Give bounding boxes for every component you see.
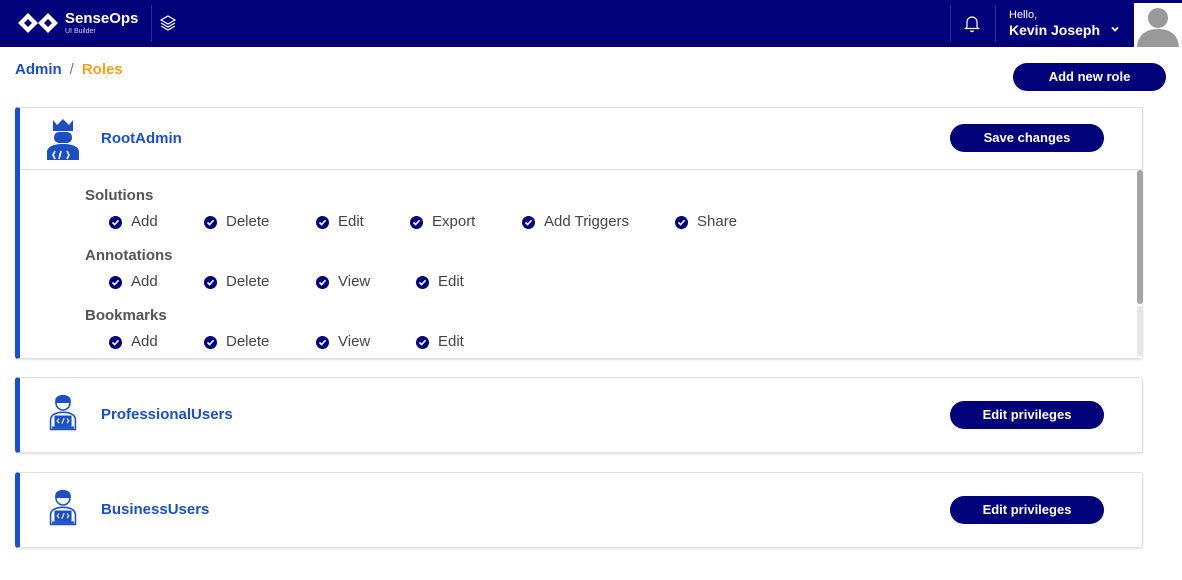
app-name: SenseOps <box>65 10 139 27</box>
check-circle-icon <box>522 216 535 229</box>
divider <box>151 5 152 42</box>
check-circle-icon <box>416 336 429 349</box>
group-title-bookmarks: Bookmarks <box>85 307 167 324</box>
group-title-annotations: Annotations <box>85 247 173 264</box>
role-card-professionalusers: ProfessionalUsers Edit privileges <box>15 377 1143 453</box>
permission-checkbox[interactable]: Add <box>109 273 169 291</box>
divider <box>950 5 951 42</box>
permission-label: Delete <box>226 213 270 230</box>
permission-checkbox[interactable]: Edit <box>416 333 476 351</box>
check-circle-icon <box>204 216 217 229</box>
top-navigation-bar: SenseOps UI Builder Hello, Kevin Joseph <box>0 0 1182 47</box>
check-circle-icon <box>410 216 423 229</box>
permission-checkbox[interactable]: Share <box>675 213 745 231</box>
role-card-businessusers: BusinessUsers Edit privileges <box>15 472 1143 548</box>
breadcrumb-admin[interactable]: Admin <box>15 61 62 78</box>
permission-label: Export <box>432 213 476 230</box>
scrollbar-thumb[interactable] <box>1137 170 1143 304</box>
permission-checkbox[interactable]: View <box>316 333 376 351</box>
check-circle-icon <box>675 216 688 229</box>
permission-checkbox[interactable]: Edit <box>316 213 376 231</box>
check-circle-icon <box>109 216 122 229</box>
permission-checkbox[interactable]: Delete <box>204 213 284 231</box>
check-circle-icon <box>316 216 329 229</box>
avatar[interactable] <box>1134 3 1182 47</box>
edit-privileges-button[interactable]: Edit privileges <box>950 496 1104 524</box>
permission-checkbox[interactable]: View <box>316 273 376 291</box>
permission-checkbox[interactable]: Add Triggers <box>522 213 642 231</box>
edit-privileges-button[interactable]: Edit privileges <box>950 401 1104 429</box>
notification-bell-icon[interactable] <box>963 14 981 33</box>
layers-icon[interactable] <box>158 13 178 33</box>
permission-checkbox[interactable]: Add <box>109 333 169 351</box>
developer-user-icon <box>49 394 77 431</box>
permission-label: Delete <box>226 333 270 350</box>
permission-checkbox[interactable]: Export <box>410 213 490 231</box>
divider <box>995 5 996 42</box>
permission-label: Add <box>131 273 158 290</box>
save-changes-button[interactable]: Save changes <box>950 124 1104 152</box>
permission-label: Add <box>131 333 158 350</box>
breadcrumb-separator: / <box>69 61 74 78</box>
check-circle-icon <box>316 276 329 289</box>
permission-label: Add Triggers <box>544 213 630 230</box>
permissions-panel: Solutions Add Delete Edit Export Add Tri… <box>20 170 1142 358</box>
permission-label: Delete <box>226 273 270 290</box>
permission-label: View <box>338 333 371 350</box>
check-circle-icon <box>109 276 122 289</box>
check-circle-icon <box>204 336 217 349</box>
permission-checkbox[interactable]: Delete <box>204 273 284 291</box>
breadcrumb: Admin / Roles <box>15 61 123 79</box>
app-subtitle: UI Builder <box>65 28 96 35</box>
greeting-text: Hello, <box>1009 9 1038 21</box>
group-title-solutions: Solutions <box>85 187 154 204</box>
role-card-header[interactable]: BusinessUsers Edit privileges <box>20 473 1142 534</box>
permission-checkbox[interactable]: Delete <box>204 333 284 351</box>
permission-checkbox[interactable]: Edit <box>416 273 476 291</box>
check-circle-icon <box>416 276 429 289</box>
permission-checkbox[interactable]: Add <box>109 213 169 231</box>
admin-crown-icon <box>47 119 79 160</box>
brand: SenseOps UI Builder <box>65 10 138 36</box>
chevron-down-icon[interactable] <box>1110 24 1120 34</box>
permission-label: Edit <box>438 333 464 350</box>
scrollbar-track <box>1137 306 1143 356</box>
developer-user-icon <box>49 489 77 526</box>
permission-label: Share <box>697 213 738 230</box>
permission-label: Add <box>131 213 158 230</box>
scrollbar[interactable] <box>1137 170 1143 358</box>
role-name[interactable]: BusinessUsers <box>101 501 209 519</box>
permission-label: Edit <box>338 213 364 230</box>
role-card-header[interactable]: RootAdmin Save changes <box>20 108 1142 169</box>
permission-label: Edit <box>438 273 464 290</box>
role-card-header[interactable]: ProfessionalUsers Edit privileges <box>20 378 1142 439</box>
role-name[interactable]: RootAdmin <box>101 130 182 148</box>
check-circle-icon <box>109 336 122 349</box>
add-new-role-button[interactable]: Add new role <box>1013 63 1166 91</box>
permission-label: View <box>338 273 371 290</box>
role-name[interactable]: ProfessionalUsers <box>101 406 233 424</box>
role-card-rootadmin: RootAdmin Save changes Solutions Add Del… <box>15 107 1143 359</box>
user-name[interactable]: Kevin Joseph <box>1009 22 1100 38</box>
check-circle-icon <box>316 336 329 349</box>
senseops-logo-icon[interactable] <box>17 11 59 35</box>
check-circle-icon <box>204 276 217 289</box>
breadcrumb-roles: Roles <box>81 61 123 78</box>
